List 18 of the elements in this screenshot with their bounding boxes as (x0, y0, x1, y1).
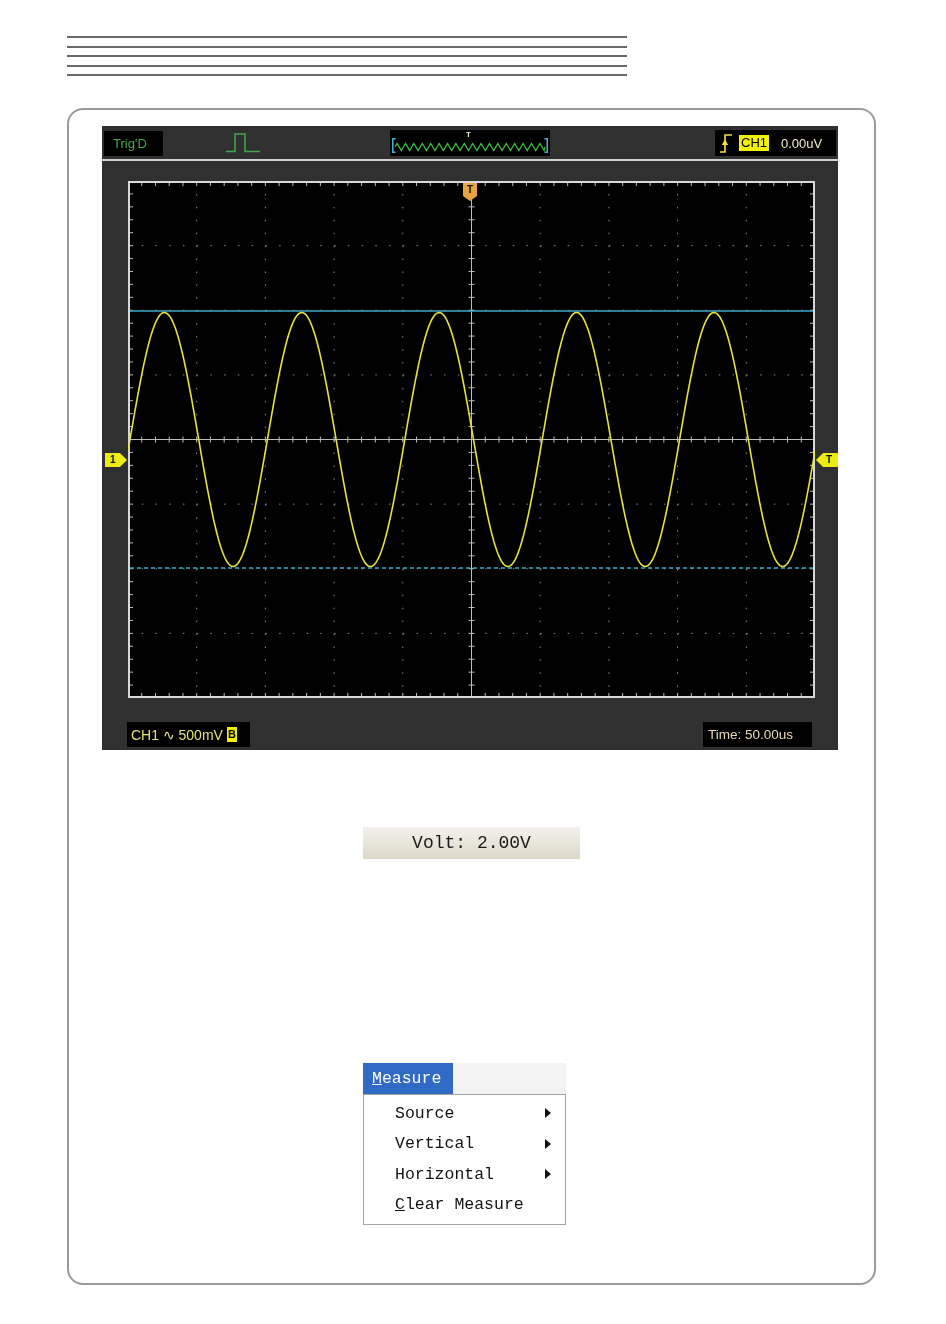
menu-item[interactable]: Clear Measure (364, 1189, 565, 1220)
trigger-position-marker: T (463, 183, 477, 201)
channel-marker: 1 (105, 453, 127, 467)
trigger-position-label: T (466, 131, 471, 139)
timebase-label: Time: 50.00us (703, 722, 812, 747)
voltage-readout: Volt: 2.00V (363, 827, 580, 859)
trigger-status: Trig'D (104, 130, 163, 156)
menu-item[interactable]: Source (364, 1098, 565, 1129)
menu-item[interactable]: Horizontal (364, 1159, 565, 1190)
trigger-level-reading: 0.00uV (781, 135, 823, 151)
trigger-source-label: CH1 (739, 135, 769, 151)
menu-bar-item[interactable]: Measure (363, 1063, 453, 1094)
pulse-icon (226, 133, 260, 153)
menu-item[interactable]: Vertical (364, 1128, 565, 1159)
channel-scale-label: CH1 ∿ 500mV (131, 726, 223, 743)
trigger-level-marker: T (816, 453, 838, 467)
rising-edge-icon (720, 133, 732, 153)
bandwidth-limit-label: B (226, 727, 237, 742)
